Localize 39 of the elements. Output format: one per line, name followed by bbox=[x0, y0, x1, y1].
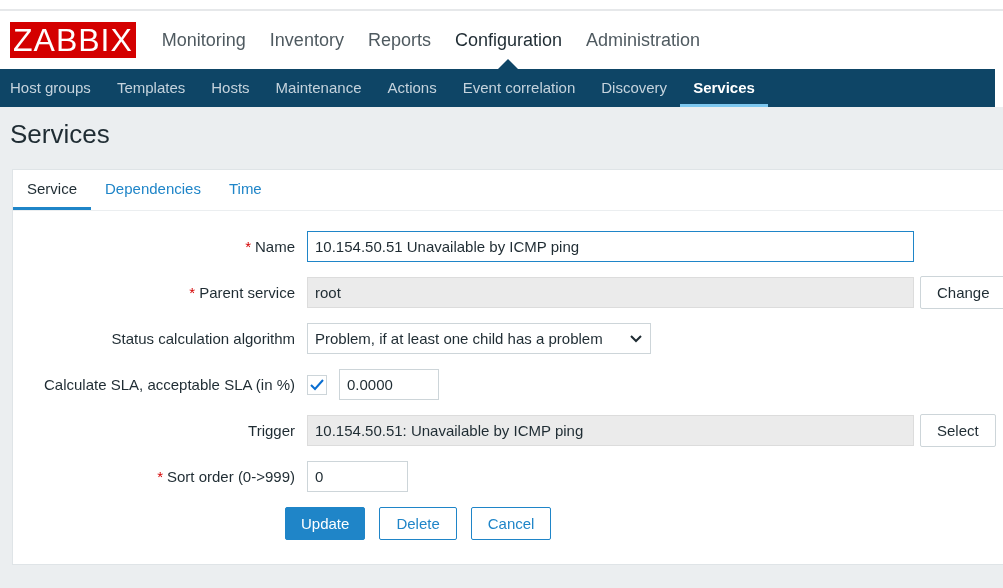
tab[interactable]: Time bbox=[214, 170, 276, 210]
page-title: Services bbox=[10, 119, 111, 151]
tab[interactable]: Dependencies bbox=[91, 170, 215, 210]
field-label: Name bbox=[255, 238, 295, 255]
field-label: Parent service bbox=[199, 284, 295, 301]
form-button[interactable]: Cancel bbox=[470, 507, 552, 540]
logo[interactable]: ZABBIX bbox=[10, 22, 136, 58]
tab[interactable]: Service bbox=[13, 170, 92, 210]
submenu-item[interactable]: Maintenance bbox=[262, 69, 375, 107]
form-button[interactable]: Delete bbox=[379, 507, 457, 540]
form-button[interactable]: Update bbox=[285, 507, 366, 540]
required-mark: * bbox=[157, 468, 163, 485]
submenu-item[interactable]: Host groups bbox=[0, 69, 104, 107]
menu-item[interactable]: Inventory bbox=[257, 11, 356, 69]
select-dropdown[interactable]: Problem, if at least one child has a problem bbox=[307, 323, 651, 354]
menu-item[interactable]: Configuration bbox=[442, 11, 574, 69]
chevron-icon bbox=[630, 334, 642, 343]
submenu-item[interactable]: Templates bbox=[103, 69, 199, 107]
required-mark: * bbox=[189, 284, 196, 301]
field-label: Status calculation algorithm bbox=[111, 330, 295, 347]
submenu-item[interactable]: Discovery bbox=[588, 69, 681, 107]
picker-button[interactable]: Change bbox=[920, 276, 1003, 309]
readonly-field: 10.154.50.51: Unavailable by ICMP ping bbox=[307, 415, 914, 446]
input-field[interactable]: 0 bbox=[307, 461, 408, 492]
picker-button[interactable]: Select bbox=[920, 414, 996, 447]
field-label: Calculate SLA, acceptable SLA (in %) bbox=[44, 376, 295, 393]
checkbox[interactable] bbox=[307, 374, 327, 395]
menu-item[interactable]: Monitoring bbox=[149, 11, 258, 69]
name-field[interactable]: 10.154.50.51 Unavailable by ICMP ping bbox=[307, 231, 914, 262]
required-mark: * bbox=[245, 238, 251, 255]
field-label: Sort order (0->999) bbox=[167, 468, 295, 485]
submenu-item[interactable]: Actions bbox=[374, 69, 450, 107]
readonly-field: root bbox=[307, 277, 914, 308]
menu-item[interactable]: Administration bbox=[574, 11, 713, 69]
menu-item[interactable]: Reports bbox=[355, 11, 443, 69]
field-label: Trigger bbox=[248, 422, 295, 439]
sla-field[interactable]: 0.0000 bbox=[339, 369, 439, 400]
submenu-item[interactable]: Hosts bbox=[198, 69, 263, 107]
submenu-item[interactable]: Event correlation bbox=[449, 69, 589, 107]
